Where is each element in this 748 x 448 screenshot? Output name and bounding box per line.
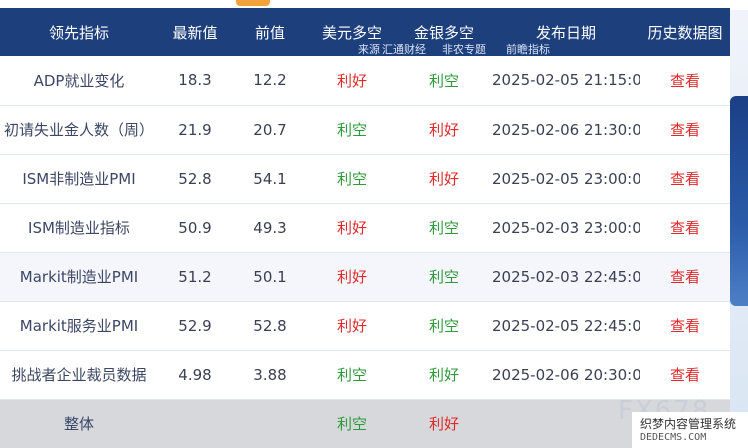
gold-signal: 利好 (428, 170, 459, 188)
view-history-link[interactable]: 查看 (640, 56, 730, 105)
indicator-name: ADP就业变化 (33, 71, 125, 90)
usd-signal: 利好 (336, 268, 367, 286)
view-history-link[interactable]: 查看 (640, 301, 730, 350)
usd-signal: 利好 (336, 317, 367, 335)
previous-value: 50.1 (253, 267, 287, 286)
release-date: 2025-02-03 22:45:00 (492, 267, 640, 286)
table-row: ADP就业变化 18.3 12.2 利好 利空 2025-02-05 21:15… (0, 56, 730, 105)
previous-value: 20.7 (253, 120, 287, 139)
source-label: 来源 (358, 43, 380, 56)
latest-value: 52.9 (178, 316, 212, 335)
table-row: Markit服务业PMI 52.9 52.8 利好 利空 2025-02-05 … (0, 301, 730, 350)
previous-value: 49.3 (253, 218, 287, 237)
view-history-link[interactable]: 查看 (640, 203, 730, 252)
indicator-name: Markit制造业PMI (19, 268, 139, 286)
release-date: 2025-02-06 20:30:00 (492, 365, 640, 384)
release-date: 2025-02-03 23:00:00 (492, 218, 640, 237)
source-link-nfp[interactable]: 非农专题 (442, 41, 486, 57)
col-header-history: 历史数据图 (647, 23, 723, 42)
view-history-link[interactable]: 查看 (640, 252, 730, 301)
watermark-site-url: DEDECMS.COM (640, 432, 707, 443)
release-date: 2025-02-05 21:15:00 (492, 71, 640, 90)
view-history-link[interactable]: 查看 (640, 350, 730, 399)
gold-signal: 利好 (428, 121, 459, 139)
col-header-date: 发布日期 前瞻指标 (506, 23, 596, 57)
release-date: 2025-02-06 21:30:00 (492, 120, 640, 139)
col-header-gold: 金银多空 汇通财经 非农专题 (382, 23, 486, 57)
table-row: 初请失业金人数（周） 21.9 20.7 利空 利好 2025-02-06 21… (0, 105, 730, 154)
usd-signal: 利好 (336, 71, 367, 90)
source-link-leading[interactable]: 前瞻指标 (506, 41, 550, 57)
empty-cell (232, 399, 308, 448)
table-row: 挑战者企业裁员数据 4.98 3.88 利空 利好 2025-02-06 20:… (0, 350, 730, 399)
indicator-name: ISM非制造业PMI (22, 170, 136, 188)
table-row: Markit制造业PMI 51.2 50.1 利好 利空 2025-02-03 … (0, 252, 730, 301)
source-link-fx678[interactable]: 汇通财经 (382, 41, 426, 57)
usd-signal: 利空 (336, 170, 367, 188)
table-header-row: 领先指标 最新值 前值 美元多空 来源 金银多空 汇通财经 非农专题 发布日期 … (0, 8, 730, 56)
col-header-indicator: 领先指标 (48, 23, 109, 42)
release-date: 2025-02-05 23:00:00 (492, 169, 640, 188)
usd-signal: 利空 (336, 121, 367, 139)
usd-signal: 利好 (336, 219, 367, 237)
latest-value: 52.8 (178, 169, 212, 188)
view-history-link[interactable]: 查看 (640, 154, 730, 203)
release-date: 2025-02-05 22:45:00 (492, 316, 640, 335)
latest-value: 50.9 (178, 218, 212, 237)
indicator-name: ISM制造业指标 (28, 219, 130, 237)
col-header-previous: 前值 (254, 23, 285, 42)
latest-value: 21.9 (178, 120, 212, 139)
usd-signal: 利空 (336, 366, 367, 384)
latest-value: 51.2 (178, 267, 212, 286)
gold-signal: 利空 (428, 317, 459, 335)
previous-value: 54.1 (253, 169, 287, 188)
gold-signal: 利空 (428, 219, 459, 237)
total-usd-signal: 利空 (336, 415, 367, 434)
gold-signal: 利好 (428, 366, 459, 384)
gold-signal: 利空 (428, 71, 459, 90)
indicator-name: 初请失业金人数（周） (3, 121, 154, 139)
leading-indicators-table: 领先指标 最新值 前值 美元多空 来源 金银多空 汇通财经 非农专题 发布日期 … (0, 8, 730, 448)
latest-value: 18.3 (178, 71, 212, 90)
latest-value: 4.98 (178, 365, 212, 384)
previous-value: 12.2 (253, 71, 287, 90)
previous-value: 3.88 (253, 365, 287, 384)
empty-cell (158, 399, 232, 448)
table-row: ISM制造业指标 50.9 49.3 利好 利空 2025-02-03 23:0… (0, 203, 730, 252)
view-history-link[interactable]: 查看 (640, 105, 730, 154)
table-row: ISM非制造业PMI 52.8 54.1 利空 利好 2025-02-05 23… (0, 154, 730, 203)
previous-value: 52.8 (253, 316, 287, 335)
watermark-site-cn: 织梦内容管理系统 (640, 417, 737, 431)
indicator-name: Markit服务业PMI (19, 317, 139, 335)
top-accent (236, 0, 270, 6)
right-side-panel (730, 96, 748, 306)
indicator-name: 挑战者企业裁员数据 (11, 366, 147, 384)
col-header-latest: 最新值 (172, 23, 218, 42)
total-gold-signal: 利好 (428, 415, 459, 434)
gold-signal: 利空 (428, 268, 459, 286)
total-label: 整体 (63, 415, 94, 434)
